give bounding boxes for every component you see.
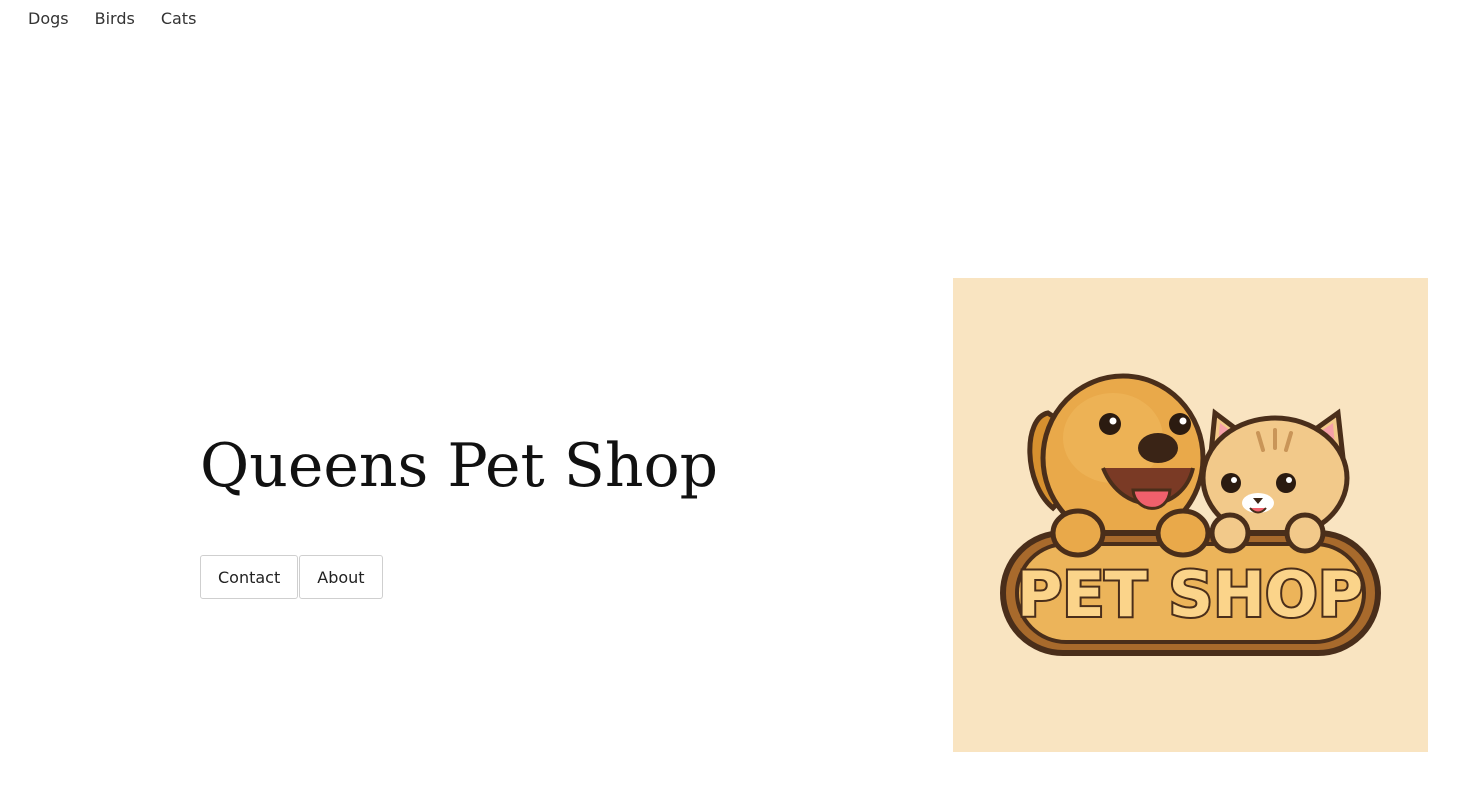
logo-text: PET SHOP: [1017, 558, 1363, 631]
nav-link-cats[interactable]: Cats: [161, 8, 197, 30]
about-button[interactable]: About: [299, 555, 383, 599]
page-title: Queens Pet Shop: [200, 431, 718, 501]
top-navigation: Dogs Birds Cats: [28, 8, 222, 30]
pet-shop-logo-image: PET SHOP: [953, 278, 1428, 752]
nav-link-birds[interactable]: Birds: [95, 8, 135, 30]
nav-link-dogs[interactable]: Dogs: [28, 8, 69, 30]
page: Dogs Birds Cats Queens Pet Shop Contact …: [0, 0, 1457, 807]
contact-button[interactable]: Contact: [200, 555, 299, 599]
hero-button-group: Contact About: [200, 555, 384, 599]
pet-shop-logo-illustration: PET SHOP: [1000, 373, 1381, 656]
